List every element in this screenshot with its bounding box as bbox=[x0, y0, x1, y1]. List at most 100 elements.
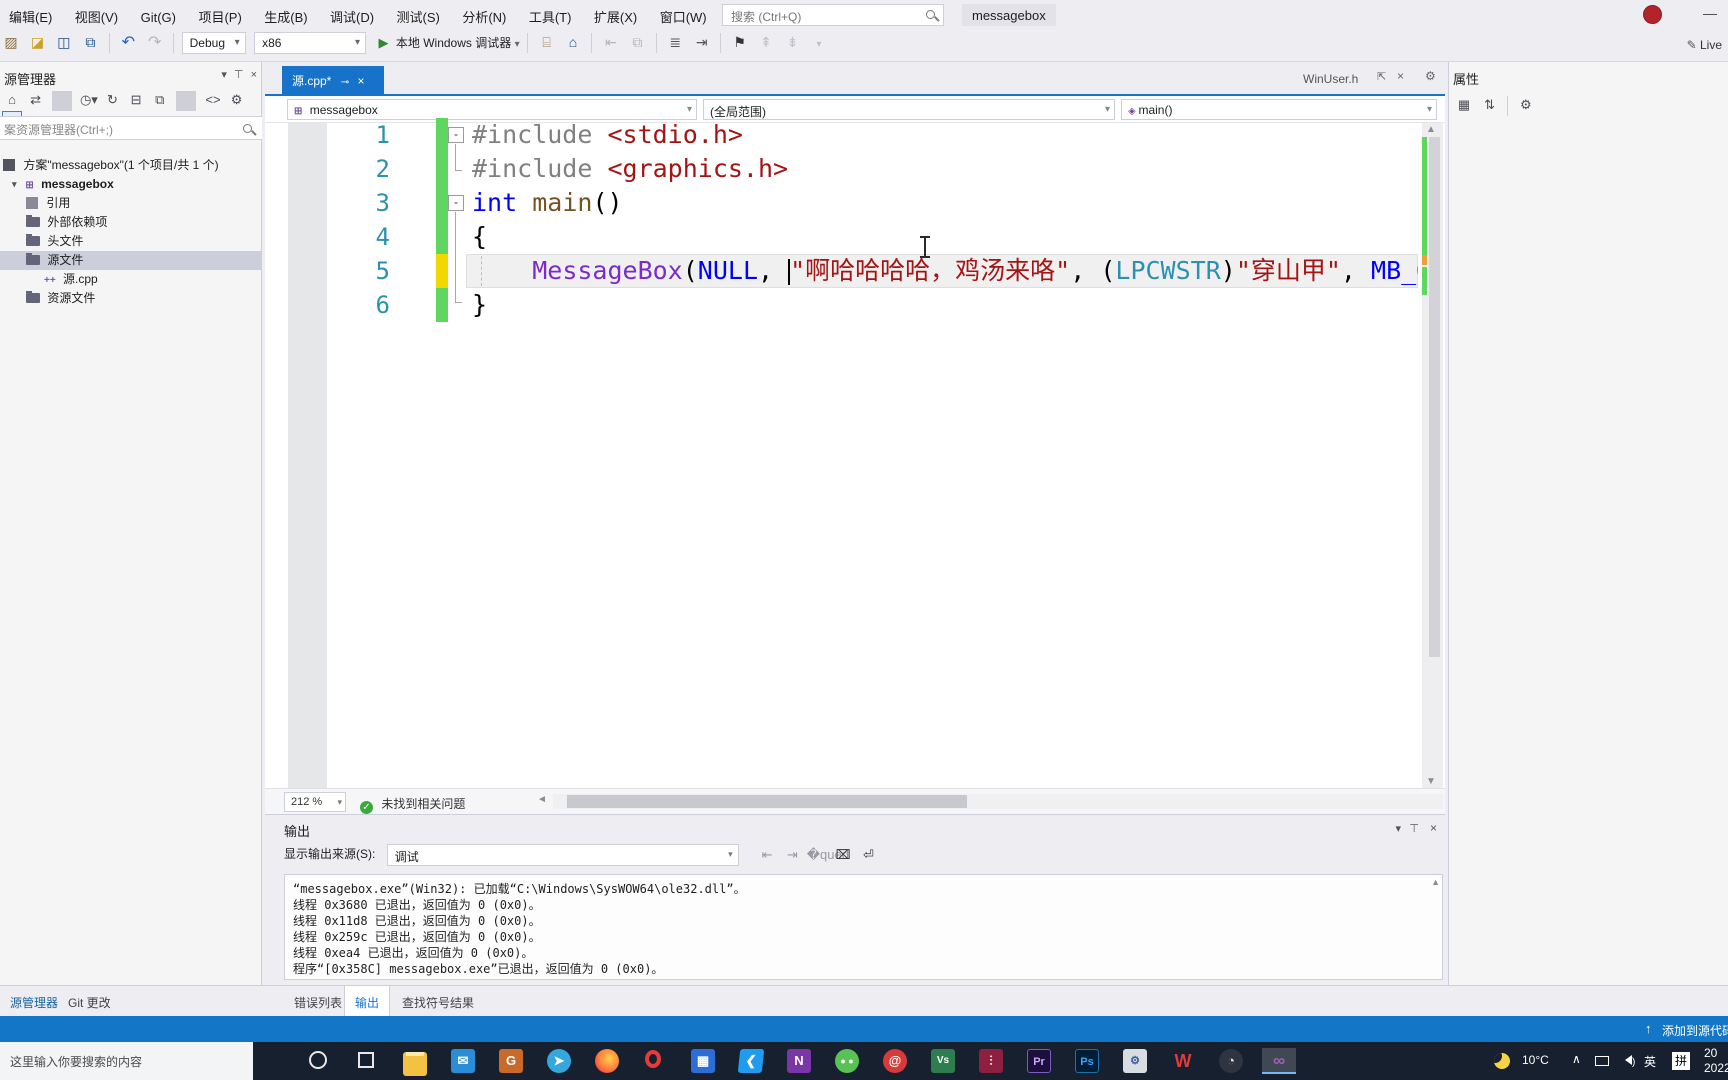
tab-output[interactable]: 输出 bbox=[344, 986, 391, 1017]
copy-code-icon[interactable]: ⧉ bbox=[626, 32, 648, 54]
panel-dropdown-icon[interactable]: ▾ bbox=[221, 69, 227, 81]
taskbar-search-input[interactable]: 这里输入你要搜索的内容 bbox=[0, 1042, 253, 1080]
tab-git-changes[interactable]: Git 更改 bbox=[58, 986, 121, 1017]
user-avatar[interactable] bbox=[1643, 5, 1662, 24]
fold-collapse-icon[interactable]: - bbox=[448, 127, 464, 143]
tree-item-references[interactable]: 引用 bbox=[0, 194, 262, 213]
cortana-icon[interactable] bbox=[306, 1048, 332, 1074]
code-line-3[interactable]: int main() bbox=[472, 186, 623, 220]
go-to-message-icon[interactable]: �qued bbox=[807, 847, 849, 863]
menu-build[interactable]: 生成(B) bbox=[255, 0, 316, 30]
clear-all-icon[interactable]: ⌧ bbox=[832, 847, 854, 863]
copy-icon[interactable]: ⧉ bbox=[150, 92, 170, 108]
tree-item-solution[interactable]: 方案"messagebox"(1 个项目/共 1 个) bbox=[0, 156, 262, 175]
menu-test[interactable]: 测试(S) bbox=[388, 0, 449, 30]
setup-wizard-icon[interactable]: ⚙ bbox=[1122, 1048, 1148, 1074]
tree-item-external-deps[interactable]: 外部依赖项 bbox=[0, 213, 262, 232]
quick-search-input[interactable]: 搜索 (Ctrl+Q) bbox=[722, 4, 944, 26]
find-message-prev-icon[interactable]: ⇤ bbox=[756, 847, 778, 863]
opera-icon[interactable] bbox=[642, 1048, 668, 1074]
close-icon[interactable]: × bbox=[251, 69, 257, 81]
undo-icon[interactable]: ↶ bbox=[117, 30, 139, 52]
green-vs-app-icon[interactable]: Vs bbox=[930, 1048, 956, 1074]
show-code-icon[interactable]: <> bbox=[203, 92, 223, 107]
photoshop-icon[interactable]: Ps bbox=[1074, 1048, 1100, 1074]
tray-chevron-icon[interactable]: ∧ bbox=[1572, 1052, 1581, 1080]
ime-language[interactable]: 英 bbox=[1644, 1053, 1656, 1080]
tree-item-resource-files[interactable]: 资源文件 bbox=[0, 289, 262, 308]
menu-git[interactable]: Git(G) bbox=[132, 3, 185, 33]
tab-source-cpp-active[interactable]: 源.cpp* ⊸ × bbox=[282, 66, 384, 94]
editor-horizontal-scrollbar[interactable] bbox=[553, 794, 1443, 809]
gear-icon[interactable]: ⚙ bbox=[1425, 69, 1436, 83]
close-icon[interactable]: × bbox=[1397, 69, 1404, 83]
bookmark-icon[interactable]: ⚑ bbox=[729, 32, 751, 54]
scroll-up-icon[interactable]: ▲ bbox=[1431, 877, 1440, 887]
code-line-6[interactable]: } bbox=[472, 288, 487, 322]
home-icon[interactable]: ⌂ bbox=[562, 32, 584, 54]
hscroll-left-icon[interactable]: ◄ bbox=[537, 794, 547, 805]
configuration-dropdown[interactable]: Debug ▾ bbox=[181, 32, 246, 54]
tab-error-list[interactable]: 错误列表 bbox=[284, 986, 352, 1017]
tree-item-source-files[interactable]: 源文件 bbox=[0, 251, 262, 270]
menu-debug[interactable]: 调试(D) bbox=[321, 0, 383, 30]
live-share-button[interactable]: ✎ Live bbox=[1687, 38, 1722, 52]
visual-studio-icon[interactable]: ∞ bbox=[1262, 1048, 1296, 1074]
wechat-icon[interactable]: ● ● bbox=[834, 1048, 860, 1074]
bookmark-prev-icon[interactable]: ⇞ bbox=[755, 32, 777, 54]
save-all-icon[interactable]: ⧉ bbox=[79, 32, 101, 54]
document-health-indicator[interactable]: ✓ 未找到相关问题 bbox=[360, 795, 465, 814]
function-dropdown[interactable]: ◈ main() ▾ bbox=[1121, 99, 1437, 120]
bookmark-next-icon[interactable]: ⇟ bbox=[782, 32, 804, 54]
volume-icon[interactable]: ) bbox=[1620, 1054, 1635, 1080]
scrollbar-thumb[interactable] bbox=[1429, 137, 1440, 657]
menu-window[interactable]: 窗口(W) bbox=[651, 0, 716, 30]
red-spiral-app-icon[interactable]: @ bbox=[882, 1048, 908, 1074]
categorized-view-icon[interactable]: ▦ bbox=[1453, 97, 1475, 113]
menu-tools[interactable]: 工具(T) bbox=[520, 0, 581, 30]
promote-tab-icon[interactable]: ⇱ bbox=[1377, 70, 1386, 83]
code-line-4[interactable]: { bbox=[472, 220, 487, 254]
properties-icon[interactable]: ⚙ bbox=[227, 92, 247, 108]
red-stripes-app-icon[interactable]: ⫶ bbox=[978, 1048, 1004, 1074]
output-log[interactable]: “messagebox.exe”(Win32): 已加载“C:\Windows\… bbox=[284, 874, 1443, 980]
tree-item-source-cpp[interactable]: ++ 源.cpp bbox=[0, 270, 262, 289]
scrollbar-thumb[interactable] bbox=[567, 795, 967, 808]
platform-dropdown[interactable]: x86 ▾ bbox=[254, 32, 367, 54]
word-wrap-icon[interactable]: ⏎ bbox=[857, 847, 879, 863]
scroll-up-icon[interactable]: ▲ bbox=[1426, 124, 1436, 135]
chevron-down-icon[interactable]: ▾ bbox=[12, 175, 22, 194]
pin-icon[interactable]: ⊤ bbox=[1409, 822, 1419, 835]
home-icon[interactable]: ⌂ bbox=[2, 92, 22, 107]
premiere-icon[interactable]: Pr bbox=[1026, 1048, 1052, 1074]
fold-collapse-icon[interactable]: - bbox=[448, 195, 464, 211]
minimize-button[interactable]: — bbox=[1695, 2, 1725, 28]
network-icon[interactable] bbox=[1595, 1055, 1611, 1080]
start-debugging-button[interactable]: ▶ 本地 Windows 调试器 ▾ bbox=[379, 30, 520, 51]
switch-views-icon[interactable]: ⇄ bbox=[26, 92, 46, 108]
browse-find-icon[interactable]: ⌸ bbox=[536, 32, 558, 54]
close-icon[interactable]: × bbox=[357, 74, 364, 88]
task-view-icon[interactable] bbox=[354, 1048, 380, 1074]
redo-icon[interactable]: ↷ bbox=[144, 30, 166, 52]
scroll-down-icon[interactable]: ▼ bbox=[1426, 776, 1436, 787]
solution-search-input[interactable]: 案资源管理器(Ctrl+;) bbox=[0, 116, 262, 140]
output-source-dropdown[interactable]: 调试 ▾ bbox=[386, 844, 739, 866]
editor-vertical-scrollbar[interactable]: ▲ ▼ bbox=[1422, 123, 1443, 788]
onenote-icon[interactable]: N bbox=[786, 1048, 812, 1074]
menu-edit[interactable]: 编辑(E) bbox=[0, 0, 61, 30]
pin-icon[interactable]: ⊤ bbox=[234, 69, 244, 81]
breakpoint-margin[interactable] bbox=[288, 123, 327, 788]
firefox-icon[interactable] bbox=[594, 1048, 620, 1074]
find-message-next-icon[interactable]: ⇥ bbox=[781, 847, 803, 863]
zoom-level-dropdown[interactable]: 212 % ▾ bbox=[284, 792, 346, 812]
menu-view[interactable]: 视图(V) bbox=[66, 0, 127, 30]
obs-icon[interactable]: ◔ bbox=[1218, 1048, 1244, 1074]
weather-moon-icon[interactable] bbox=[1494, 1053, 1510, 1080]
open-folder-icon[interactable]: ◪ bbox=[26, 32, 48, 54]
file-explorer-icon[interactable] bbox=[402, 1048, 428, 1076]
refresh-icon[interactable]: ↻ bbox=[103, 92, 123, 108]
line-list-icon[interactable]: ≣ bbox=[664, 32, 686, 54]
add-to-source-control-button[interactable]: 添加到源代码管理 bbox=[1662, 1022, 1728, 1039]
close-icon[interactable]: × bbox=[1430, 821, 1437, 835]
